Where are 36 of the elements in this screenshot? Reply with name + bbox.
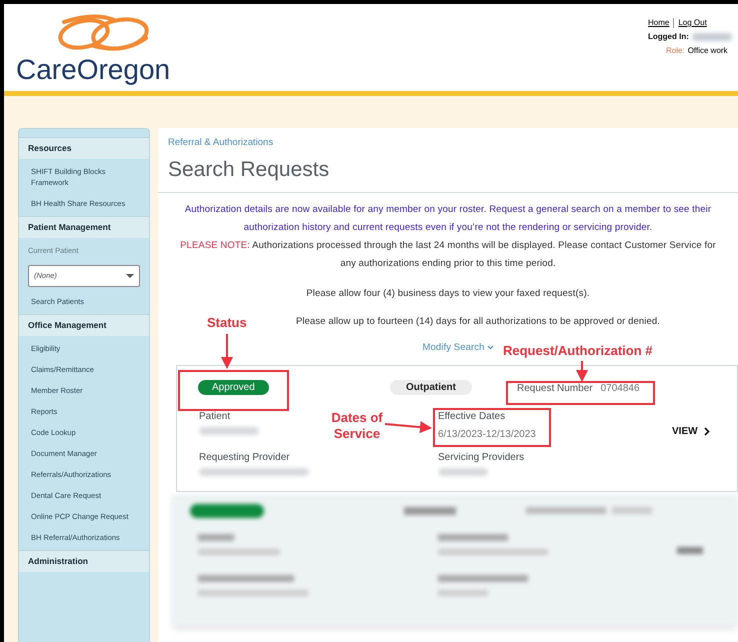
chevron-down-icon: [486, 345, 494, 350]
view-link[interactable]: VIEW: [672, 424, 710, 439]
annotation-label: Request/Authorization #: [503, 343, 653, 359]
arrow: [576, 361, 588, 382]
header-link[interactable]: Log Out: [678, 16, 707, 30]
header-link[interactable]: Home: [648, 16, 670, 30]
arrow: [384, 421, 432, 434]
chevron-right-icon: [704, 426, 710, 436]
field-label: Patient: [199, 410, 232, 424]
caret-icon: [126, 274, 134, 278]
note-text: PLEASE NOTE: Authorizations processed through the last 24 months will be displayed. Please contact Customer Service for any authorizations ending prior to this time period.: [180, 238, 716, 271]
field-label: Servicing Providers: [438, 450, 524, 465]
sidebar-section-header[interactable]: Patient Management: [19, 216, 149, 238]
field-value: 6/13/2023-12/13/2023: [438, 428, 536, 442]
logo-text: CareOregon: [16, 54, 170, 86]
notice-text: Authorization details are now available for any member on your roster. Request a general search on a member to see their authorization history and current requests even if you’re not the rendering or servicing provider.: [184, 202, 712, 235]
field-label: Requesting Provider: [199, 450, 291, 465]
role-label: Role:: [666, 45, 685, 57]
page-title: Search Requests: [158, 150, 738, 193]
annotation-label: Dates of Service: [330, 410, 384, 442]
request-number: 0704846: [600, 382, 640, 396]
sidebar-section-header[interactable]: Resources: [19, 137, 149, 159]
arrow: [221, 334, 233, 369]
field-label: Effective Dates: [438, 410, 506, 424]
logged-in-label: Logged In:: [648, 31, 689, 43]
type-badge: Outpatient: [390, 380, 472, 395]
fax-notice: Please allow four (4) business days to view your faxed request(s).: [306, 286, 590, 301]
status-badge: Approved: [198, 380, 269, 395]
request-number-label: Request Number: [517, 382, 593, 396]
role-value: Office work: [688, 45, 728, 57]
annotation-label: Status: [207, 315, 247, 331]
blurred-text: [199, 426, 259, 435]
sidebar-section-header[interactable]: Office Management: [19, 314, 149, 336]
blurred-text: [692, 33, 732, 41]
blurred-text: [438, 468, 488, 476]
sidebar-section-header[interactable]: Administration: [19, 550, 149, 572]
